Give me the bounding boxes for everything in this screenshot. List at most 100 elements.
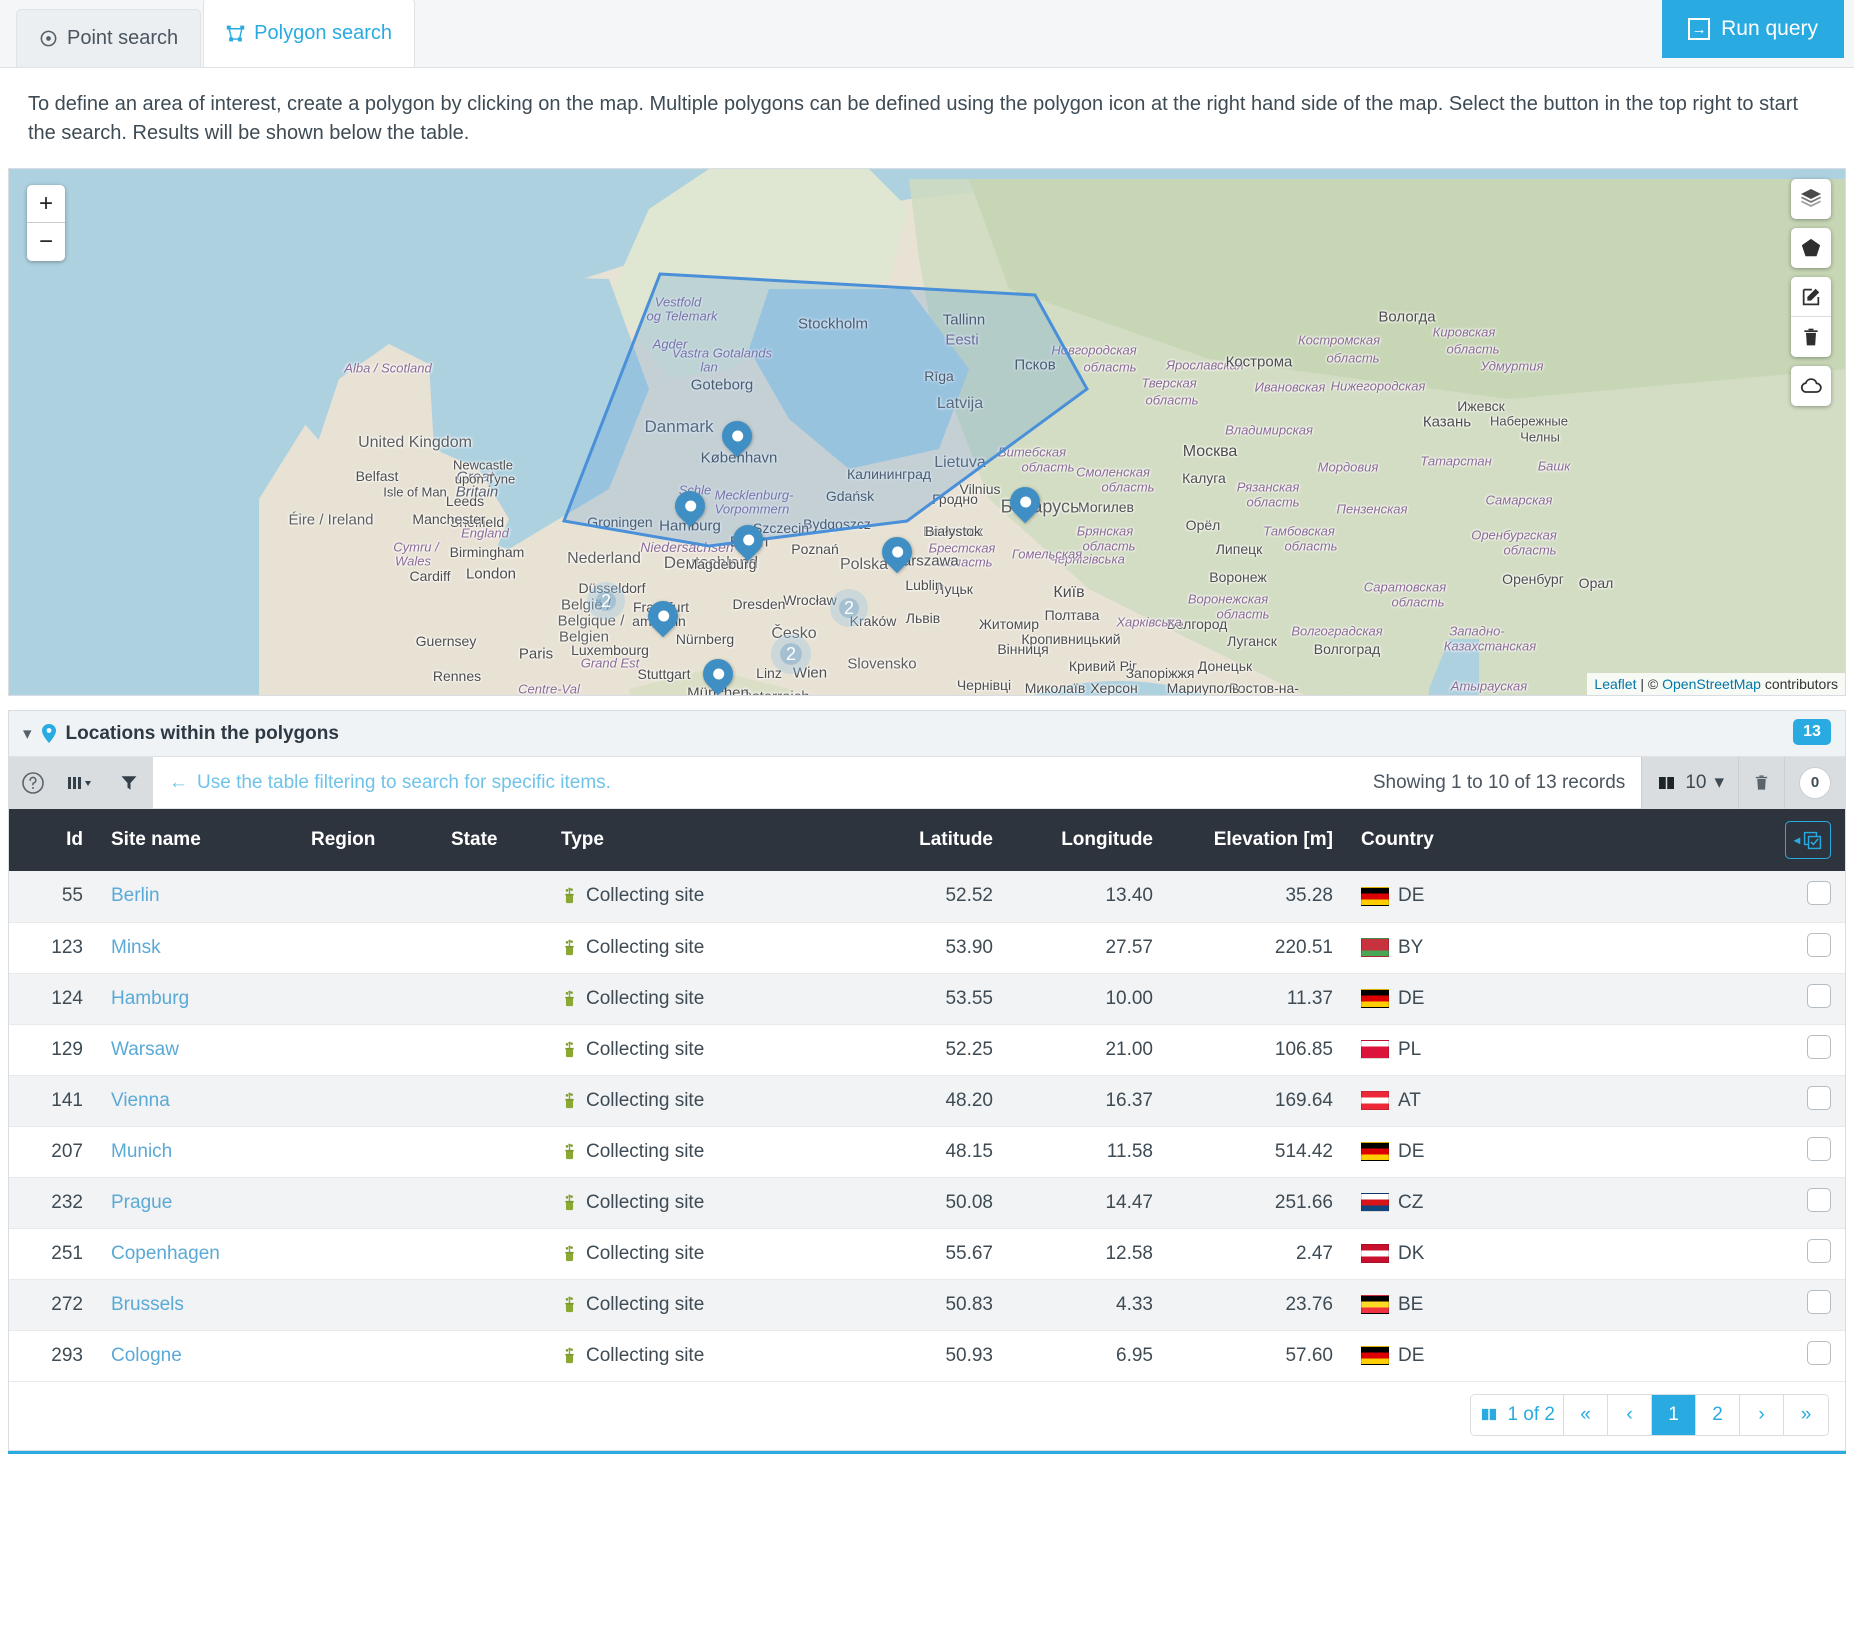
map-marker-munchen[interactable] bbox=[703, 659, 733, 689]
row-checkbox[interactable] bbox=[1807, 1290, 1831, 1314]
cell-select[interactable] bbox=[1537, 1126, 1845, 1177]
map-container[interactable]: StockholmTallinnEestiВологдаКостромскаяо… bbox=[8, 168, 1846, 696]
selected-count-segment[interactable]: 0 bbox=[1784, 757, 1845, 809]
page-prev-button[interactable]: ‹ bbox=[1608, 1395, 1652, 1435]
column-header-id[interactable]: Id bbox=[9, 809, 97, 871]
tab-point-search[interactable]: Point search bbox=[16, 9, 201, 67]
cell-select[interactable] bbox=[1537, 871, 1845, 922]
table-row[interactable]: 272BrusselsCollecting site50.834.3323.76… bbox=[9, 1279, 1845, 1330]
map-marker-hamburg[interactable] bbox=[675, 491, 705, 521]
cell-site-name[interactable]: Brussels bbox=[97, 1279, 297, 1330]
edit-icon[interactable] bbox=[1791, 277, 1831, 317]
osm-link[interactable]: OpenStreetMap bbox=[1662, 676, 1761, 692]
cell-select[interactable] bbox=[1537, 1177, 1845, 1228]
site-name-link[interactable]: Vienna bbox=[111, 1090, 170, 1111]
cell-select[interactable] bbox=[1537, 1024, 1845, 1075]
results-panel-header[interactable]: ▾ Locations within the polygons 13 bbox=[9, 711, 1845, 757]
site-name-link[interactable]: Minsk bbox=[111, 937, 161, 958]
row-checkbox[interactable] bbox=[1807, 1239, 1831, 1263]
row-checkbox[interactable] bbox=[1807, 1341, 1831, 1365]
table-row[interactable]: 293CologneCollecting site50.936.9557.60D… bbox=[9, 1330, 1845, 1381]
table-row[interactable]: 251CopenhagenCollecting site55.6712.582.… bbox=[9, 1228, 1845, 1279]
table-row[interactable]: 55BerlinCollecting site52.5213.4035.28DE bbox=[9, 871, 1845, 922]
zoom-in-button[interactable]: + bbox=[27, 185, 65, 223]
site-name-link[interactable]: Brussels bbox=[111, 1294, 184, 1315]
row-checkbox[interactable] bbox=[1807, 1137, 1831, 1161]
row-checkbox[interactable] bbox=[1807, 1035, 1831, 1059]
map-marker-kobenhavn[interactable] bbox=[722, 421, 752, 451]
table-row[interactable]: 141ViennaCollecting site48.2016.37169.64… bbox=[9, 1075, 1845, 1126]
column-header-region[interactable]: Region bbox=[297, 809, 437, 871]
map-marker-frankfurt[interactable] bbox=[648, 601, 678, 631]
row-checkbox[interactable] bbox=[1807, 1086, 1831, 1110]
cell-select[interactable] bbox=[1537, 1330, 1845, 1381]
column-header-site-name[interactable]: Site name bbox=[97, 809, 297, 871]
run-query-button[interactable]: → Run query bbox=[1662, 0, 1844, 58]
cell-site-name[interactable]: Warsaw bbox=[97, 1024, 297, 1075]
page-button-1[interactable]: 1 bbox=[1652, 1395, 1696, 1435]
select-visible-button[interactable]: ◂ bbox=[1785, 821, 1831, 859]
site-name-link[interactable]: Hamburg bbox=[111, 988, 189, 1009]
map-marker-minsk[interactable] bbox=[1010, 487, 1040, 517]
zoom-control[interactable]: + − bbox=[27, 185, 65, 261]
layers-icon[interactable] bbox=[1791, 179, 1831, 219]
delete-selected-button[interactable] bbox=[1738, 757, 1784, 809]
page-button-2[interactable]: 2 bbox=[1696, 1395, 1740, 1435]
table-row[interactable]: 207MunichCollecting site48.1511.58514.42… bbox=[9, 1126, 1845, 1177]
column-header-state[interactable]: State bbox=[437, 809, 547, 871]
cell-select[interactable] bbox=[1537, 1075, 1845, 1126]
cell-select[interactable] bbox=[1537, 1279, 1845, 1330]
map-canvas[interactable]: StockholmTallinnEestiВологдаКостромскаяо… bbox=[9, 169, 1845, 695]
site-name-link[interactable]: Berlin bbox=[111, 885, 160, 906]
tab-polygon-search[interactable]: Polygon search bbox=[203, 0, 415, 67]
site-name-link[interactable]: Munich bbox=[111, 1141, 172, 1162]
column-header-elevation[interactable]: Elevation [m] bbox=[1167, 809, 1347, 871]
marker-cluster[interactable]: 2 bbox=[771, 634, 811, 674]
page-first-button[interactable]: « bbox=[1564, 1395, 1608, 1435]
cell-site-name[interactable]: Prague bbox=[97, 1177, 297, 1228]
page-next-button[interactable]: › bbox=[1740, 1395, 1784, 1435]
cell-site-name[interactable]: Vienna bbox=[97, 1075, 297, 1126]
polygon-draw-icon[interactable] bbox=[1791, 228, 1831, 268]
table-row[interactable]: 232PragueCollecting site50.0814.47251.66… bbox=[9, 1177, 1845, 1228]
cloud-upload-icon[interactable] bbox=[1791, 366, 1831, 406]
cell-select[interactable] bbox=[1537, 1228, 1845, 1279]
cell-site-name[interactable]: Copenhagen bbox=[97, 1228, 297, 1279]
cell-site-name[interactable]: Cologne bbox=[97, 1330, 297, 1381]
help-button[interactable] bbox=[9, 757, 57, 809]
chevron-down-icon[interactable]: ▾ bbox=[23, 724, 32, 744]
column-header-type[interactable]: Type bbox=[547, 809, 847, 871]
cell-site-name[interactable]: Munich bbox=[97, 1126, 297, 1177]
cell-site-name[interactable]: Minsk bbox=[97, 922, 297, 973]
site-name-link[interactable]: Warsaw bbox=[111, 1039, 179, 1060]
cell-select[interactable] bbox=[1537, 922, 1845, 973]
site-name-link[interactable]: Copenhagen bbox=[111, 1243, 220, 1264]
table-row[interactable]: 129WarsawCollecting site52.2521.00106.85… bbox=[9, 1024, 1845, 1075]
column-header-longitude[interactable]: Longitude bbox=[1007, 809, 1167, 871]
trash-icon[interactable] bbox=[1791, 317, 1831, 357]
site-name-link[interactable]: Cologne bbox=[111, 1345, 182, 1366]
table-row[interactable]: 123MinskCollecting site53.9027.57220.51B… bbox=[9, 922, 1845, 973]
table-row[interactable]: 124HamburgCollecting site53.5510.0011.37… bbox=[9, 973, 1845, 1024]
zoom-out-button[interactable]: − bbox=[27, 223, 65, 261]
cell-select[interactable] bbox=[1537, 973, 1845, 1024]
marker-cluster[interactable]: 2 bbox=[587, 582, 625, 620]
cell-country: BE bbox=[1347, 1279, 1537, 1330]
row-checkbox[interactable] bbox=[1807, 933, 1831, 957]
cell-site-name[interactable]: Hamburg bbox=[97, 973, 297, 1024]
map-marker-berlin[interactable] bbox=[733, 525, 763, 555]
leaflet-link[interactable]: Leaflet bbox=[1594, 676, 1636, 692]
row-checkbox[interactable] bbox=[1807, 881, 1831, 905]
column-header-latitude[interactable]: Latitude bbox=[847, 809, 1007, 871]
page-last-button[interactable]: » bbox=[1784, 1395, 1828, 1435]
map-marker-warszawa[interactable] bbox=[882, 537, 912, 567]
filter-button[interactable] bbox=[105, 757, 153, 809]
row-checkbox[interactable] bbox=[1807, 1188, 1831, 1212]
columns-button[interactable] bbox=[57, 757, 105, 809]
cell-site-name[interactable]: Berlin bbox=[97, 871, 297, 922]
page-size-selector[interactable]: 10 ▾ bbox=[1641, 757, 1738, 809]
column-header-country[interactable]: Country bbox=[1347, 809, 1537, 871]
site-name-link[interactable]: Prague bbox=[111, 1192, 172, 1213]
marker-cluster[interactable]: 2 bbox=[830, 589, 868, 627]
row-checkbox[interactable] bbox=[1807, 984, 1831, 1008]
